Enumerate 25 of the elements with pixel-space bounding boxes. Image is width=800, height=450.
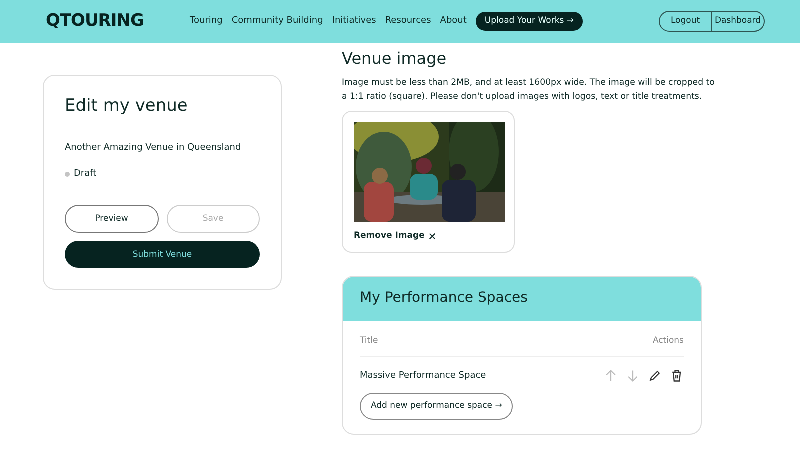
add-space-button[interactable]: Add new performance space →: [360, 393, 514, 420]
close-icon[interactable]: [428, 232, 436, 240]
card-header: My Performance Spaces: [343, 276, 701, 321]
help-text: Image must be less than 2MB, and at least 1600px wide. The image will be cropped to a 1:1 ratio (square). Please don't upload images with logos, text or title treatments.: [342, 77, 716, 104]
logo[interactable]: QTOURING: [46, 8, 144, 34]
nav-link[interactable]: Resources: [385, 14, 432, 28]
upload-button[interactable]: Upload Your Works →: [476, 12, 583, 31]
submit-button[interactable]: Submit Venue: [65, 241, 260, 268]
remove-image-button[interactable]: Remove Image: [354, 230, 436, 243]
nav-link[interactable]: Initiatives: [332, 14, 376, 28]
column-header: Title: [360, 334, 378, 348]
edit-icon[interactable]: [648, 369, 662, 384]
nav-link[interactable]: Community Building: [232, 14, 324, 28]
dashboard-button[interactable]: Dashboard: [712, 11, 765, 32]
logout-button[interactable]: Logout: [659, 11, 712, 32]
preview-button[interactable]: Preview: [65, 205, 158, 234]
status-label: Draft: [74, 168, 97, 181]
venue-name: Another Amazing Venue in Queensland: [65, 142, 242, 156]
nav-link[interactable]: About: [440, 14, 467, 28]
card-title: Edit my venue: [65, 96, 189, 116]
row-title: Massive Performance Space: [360, 370, 488, 383]
nav-link[interactable]: Touring: [190, 14, 223, 28]
column-header: Actions: [652, 334, 684, 348]
section-heading: Venue image: [342, 49, 448, 68]
trash-icon[interactable]: [670, 369, 684, 384]
